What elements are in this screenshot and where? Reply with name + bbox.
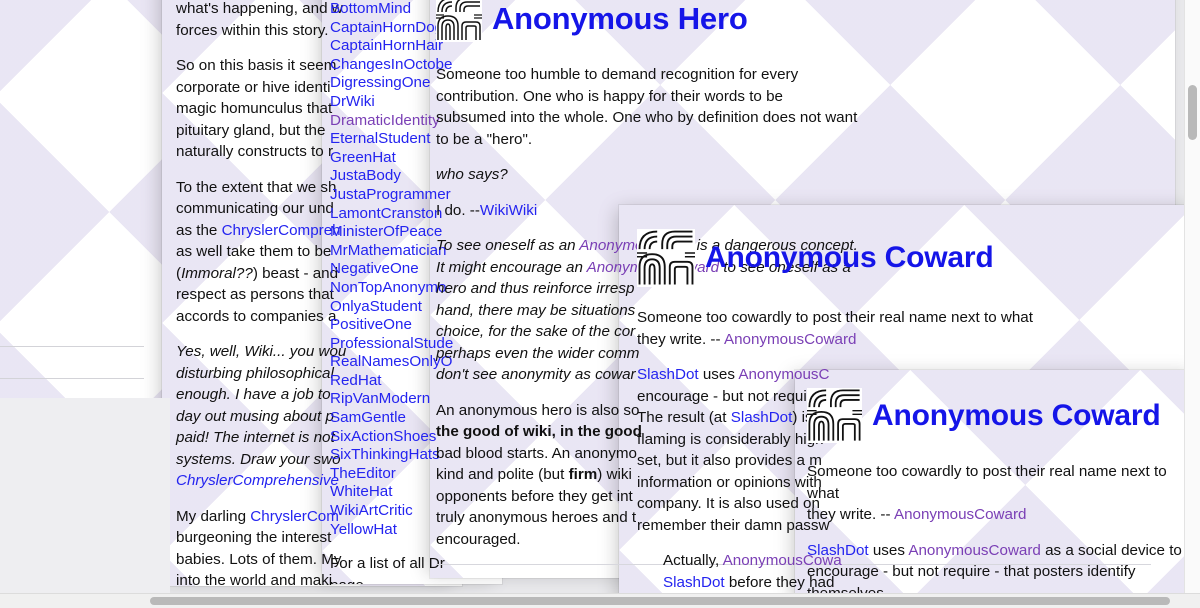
paragraph: Someone too humble to demand recognition… — [436, 66, 858, 148]
wiki-link[interactable]: SlashDot — [731, 409, 793, 426]
wiki-link[interactable]: SixActionShoes — [330, 428, 436, 445]
wiki-link[interactable]: LamontCranston — [330, 205, 442, 222]
paragraph: i concept and want to use a uch as discu… — [0, 169, 144, 298]
paragraph: Someone too cowardly to post their real … — [807, 463, 1167, 523]
page-title-text: Anonymous Hero — [492, 1, 748, 36]
wiki-link[interactable]: TheEditor — [330, 465, 396, 482]
wiki-link[interactable]: SlashDot — [663, 574, 725, 591]
page-title-text: Anonymous Coward — [705, 241, 994, 274]
wiki-link[interactable]: YellowHat — [330, 521, 397, 538]
wiki-link[interactable]: WikiWiki — [480, 202, 537, 219]
footer-text: page. — [330, 577, 368, 584]
wiki-link[interactable]: MrMathematician — [330, 242, 446, 259]
wiki-link[interactable]: OnlyaStudent — [330, 298, 422, 315]
anonymous-coward-window-front[interactable]: Anonymous Coward Someone too cowardly to… — [795, 370, 1200, 608]
wiki-link[interactable]: CaptainHornDog — [330, 19, 443, 36]
page-title-text: Anonymous Coward — [872, 398, 1161, 432]
wiki-link[interactable]: CaptainHornHair — [330, 37, 443, 54]
wiki-link[interactable]: DramaticIdentity — [330, 112, 440, 129]
desktop-background — [0, 398, 170, 594]
paragraph: Someone too cowardly to post their real … — [637, 309, 1033, 348]
wiki-link[interactable]: DrWiki — [330, 93, 375, 110]
wiki-link[interactable]: WhiteHat — [330, 483, 392, 500]
wiki-maze-logo-icon — [807, 388, 862, 443]
page-title: Anonymous Coward — [637, 229, 1200, 287]
wiki-link[interactable]: AnonymousCoward — [908, 542, 1041, 559]
footer-text: For a list of all Dr — [330, 555, 445, 573]
wiki-link[interactable]: GreenHat — [330, 149, 396, 166]
wiki-maze-logo-icon — [436, 0, 482, 42]
wiki-link[interactable]: SlashDot — [637, 366, 699, 383]
vertical-scrollbar-thumb[interactable] — [1188, 85, 1197, 140]
horizontal-scrollbar-thumb[interactable] — [150, 597, 1170, 605]
wiki-link[interactable]: WikiArtCritic — [330, 502, 413, 519]
paragraph: ing Wiki as personal Web sp series of se… — [0, 4, 144, 155]
wiki-link[interactable]: DigressingOne — [330, 74, 430, 91]
paragraph-italic: who says? — [436, 166, 508, 183]
desktop: ing Wiki as personal Web sp series of se… — [0, 0, 1200, 608]
wiki-link[interactable]: AnonymousCoward — [724, 331, 857, 348]
wiki-link[interactable]: SixThinkingHats — [330, 446, 440, 463]
wiki-link[interactable]: BottomMind — [330, 0, 411, 17]
wiki-maze-logo-icon — [637, 229, 695, 287]
vertical-scrollbar[interactable] — [1184, 0, 1200, 608]
wiki-link[interactable]: NegativeOne — [330, 260, 419, 277]
wiki-link[interactable]: RedHat — [330, 372, 382, 389]
wiki-link[interactable]: SamGentle — [330, 409, 406, 426]
last-edited-date: er 19, 2014 — [0, 377, 144, 402]
wiki-link[interactable]: MinisterOfPeace — [330, 223, 442, 240]
wiki-link[interactable]: PositiveOne — [330, 316, 412, 333]
wiki-link[interactable]: JustaBody — [330, 167, 401, 184]
wiki-link[interactable]: EternalStudent — [330, 130, 430, 147]
page-title: Anonymous Coward — [807, 388, 1200, 443]
wiki-link[interactable]: AnonymousCoward — [894, 506, 1027, 523]
wiki-link[interactable]: SlashDot — [807, 542, 869, 559]
paragraph-block: ing Wiki as personal Web sp series of se… — [0, 4, 144, 298]
horizontal-scrollbar[interactable] — [0, 593, 1200, 608]
footer-link-row[interactable]: o — [0, 345, 144, 378]
wiki-link[interactable]: RipVanModern — [330, 390, 430, 407]
paragraph-text: I do. -- — [436, 201, 480, 219]
wiki-window-left[interactable]: ing Wiki as personal Web sp series of se… — [0, 0, 164, 402]
page-title: Anonymous Hero — [436, 0, 1151, 42]
wiki-link[interactable]: ChryslerComprehensive — [176, 472, 339, 489]
